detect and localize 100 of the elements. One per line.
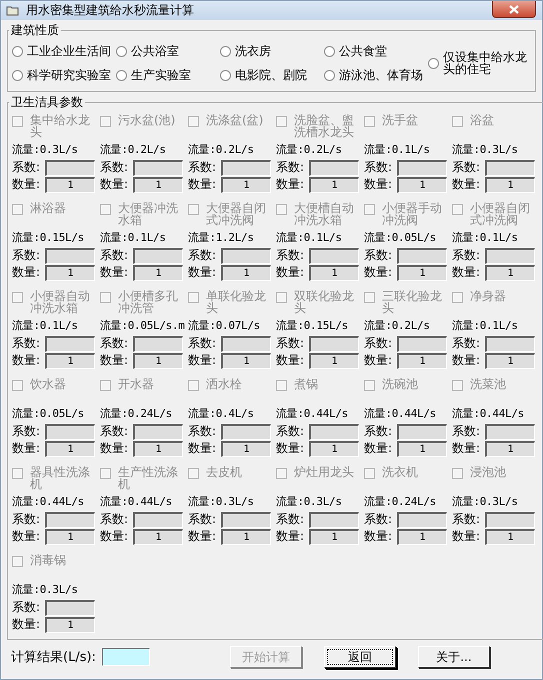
- field-label: 系数:: [276, 511, 306, 528]
- input-field[interactable]: [133, 424, 183, 440]
- checkbox-label: 炉灶用龙头: [294, 466, 355, 478]
- field-label: 数量:: [452, 264, 482, 281]
- radio-option[interactable]: 生产实验室: [116, 63, 220, 87]
- flow-text: 流量:0.1L/s: [100, 230, 167, 246]
- checkbox-label: 器具性洗涤机: [30, 466, 91, 490]
- checkbox-label: 洗碗池: [382, 378, 419, 390]
- radio-button[interactable]: [116, 46, 127, 56]
- flow-text: 流量:0.2L/s: [276, 142, 343, 158]
- field-label: 数量:: [276, 528, 306, 545]
- radio-button[interactable]: [324, 46, 335, 56]
- field-label: 数量:: [100, 352, 130, 369]
- input-field[interactable]: [45, 512, 95, 528]
- radio-label: 公共浴室: [131, 42, 179, 60]
- dialog-button[interactable]: 关于...: [418, 646, 490, 668]
- radio-option[interactable]: 游泳池、体育场: [324, 63, 428, 87]
- radio-option[interactable]: 仅设集中给水龙头的住宅: [428, 39, 531, 87]
- field-label: 数量:: [452, 352, 482, 369]
- radio-option[interactable]: 工业企业生活间: [12, 39, 116, 63]
- input-field[interactable]: [309, 160, 359, 176]
- checkbox-label: 大便器冲洗水箱: [118, 202, 179, 226]
- input-field[interactable]: [485, 160, 535, 176]
- flow-text: 流量:1.2L/s: [188, 230, 255, 246]
- radio-button[interactable]: [220, 70, 231, 80]
- radio-option[interactable]: 洗衣房: [220, 39, 324, 63]
- window-icon: [6, 4, 20, 17]
- input-field[interactable]: [397, 248, 447, 264]
- input-field[interactable]: [45, 600, 95, 616]
- result-field[interactable]: [102, 648, 150, 666]
- field-label: 数量:: [452, 176, 482, 193]
- field-label: 数量:: [12, 264, 42, 281]
- checkbox-label: 小便器手动冲洗阀: [382, 202, 443, 226]
- radio-option[interactable]: 公共浴室: [116, 39, 220, 63]
- input-field[interactable]: [397, 512, 447, 528]
- radio-button[interactable]: [12, 46, 23, 56]
- radio-option[interactable]: 公共食堂: [324, 39, 428, 63]
- flow-text: 流量:0.44L/s: [12, 494, 85, 510]
- input-field[interactable]: [221, 424, 271, 440]
- input-field[interactable]: [45, 160, 95, 176]
- field-label: 数量:: [188, 264, 218, 281]
- radio-button[interactable]: [12, 70, 23, 80]
- radio-button[interactable]: [428, 58, 439, 68]
- field-label: 系数:: [452, 159, 482, 176]
- field-label: 系数:: [100, 511, 130, 528]
- checkbox-label: 污水盆(池): [118, 114, 176, 126]
- radio-option[interactable]: 科学研究实验室: [12, 63, 116, 87]
- close-button[interactable]: [492, 1, 536, 18]
- field-label: 系数:: [100, 423, 130, 440]
- checkbox-label: 小便器自动冲洗水箱: [30, 290, 91, 314]
- input-field[interactable]: [397, 424, 447, 440]
- window-title: 用水密集型建筑给水秒流量计算: [26, 2, 194, 19]
- input-field[interactable]: [485, 512, 535, 528]
- radio-button[interactable]: [324, 70, 335, 80]
- input-field[interactable]: [485, 336, 535, 352]
- input-field[interactable]: [133, 512, 183, 528]
- close-icon: [509, 4, 519, 14]
- flow-text: 流量:0.07L/s: [188, 318, 261, 334]
- flow-text: 流量:0.3L/s: [12, 142, 79, 158]
- field-label: 系数:: [12, 511, 42, 528]
- input-field[interactable]: [221, 512, 271, 528]
- checkbox-label: 去皮机: [206, 466, 243, 478]
- field-label: 数量:: [12, 616, 42, 633]
- radio-option[interactable]: 电影院、剧院: [220, 63, 324, 87]
- input-field[interactable]: [45, 336, 95, 352]
- field-label: 数量:: [12, 440, 42, 457]
- input-field[interactable]: [133, 248, 183, 264]
- radio-label: 电影院、剧院: [235, 66, 307, 84]
- dialog-button[interactable]: 返回: [324, 646, 396, 668]
- checkbox-label: 淋浴器: [30, 202, 67, 214]
- field-label: 系数:: [188, 423, 218, 440]
- checkbox-label: 消毒锅: [30, 554, 67, 566]
- input-field[interactable]: [309, 336, 359, 352]
- field-label: 系数:: [12, 335, 42, 352]
- checkbox-label: 洒水栓: [206, 378, 243, 390]
- input-field[interactable]: [221, 248, 271, 264]
- input-field[interactable]: [485, 248, 535, 264]
- radio-button[interactable]: [220, 46, 231, 56]
- flow-text: 流量:0.3L/s: [452, 142, 519, 158]
- input-field[interactable]: [45, 248, 95, 264]
- input-field[interactable]: [133, 160, 183, 176]
- input-field[interactable]: [485, 424, 535, 440]
- radio-button[interactable]: [116, 70, 127, 80]
- input-field[interactable]: [45, 424, 95, 440]
- input-field[interactable]: [309, 512, 359, 528]
- field-label: 系数:: [12, 159, 42, 176]
- field-label: 系数:: [100, 335, 130, 352]
- field-label: 系数:: [452, 335, 482, 352]
- input-field[interactable]: [309, 424, 359, 440]
- checkbox-label: 大便器自闭式冲洗阀: [206, 202, 267, 226]
- field-label: 系数:: [276, 159, 306, 176]
- input-field[interactable]: [221, 160, 271, 176]
- input-field[interactable]: [397, 336, 447, 352]
- input-field[interactable]: [221, 336, 271, 352]
- field-label: 系数:: [452, 511, 482, 528]
- input-field[interactable]: [309, 248, 359, 264]
- input-field[interactable]: [133, 336, 183, 352]
- field-label: 系数:: [276, 247, 306, 264]
- input-field[interactable]: [397, 160, 447, 176]
- field-label: 系数:: [364, 423, 394, 440]
